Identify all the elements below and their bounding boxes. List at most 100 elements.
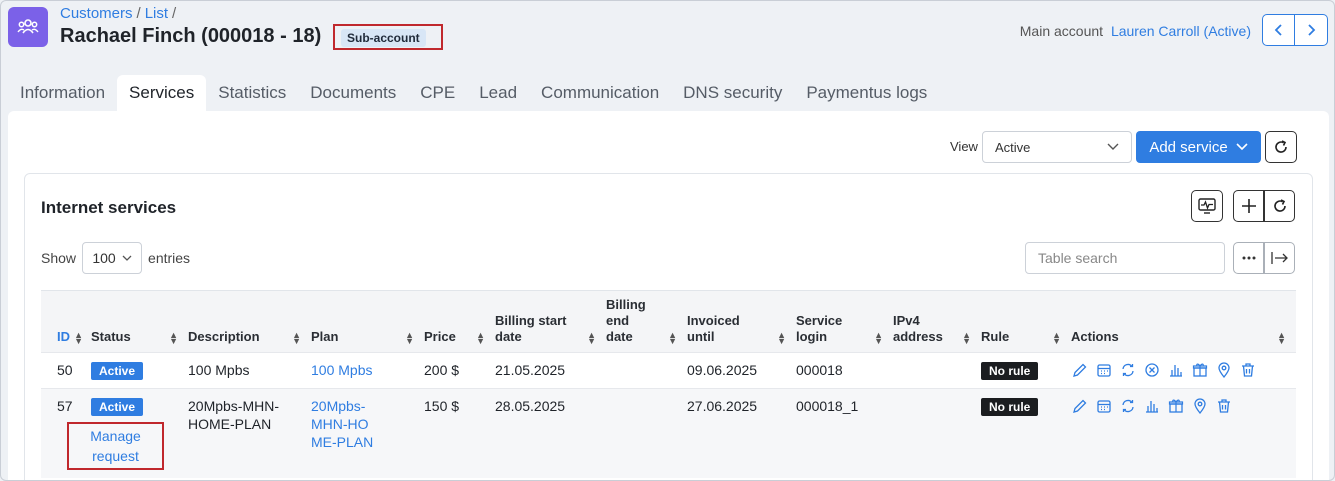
sort-icon: ▲ ▼: [169, 330, 178, 346]
chevron-down-icon: [1107, 143, 1119, 150]
tab-lead[interactable]: Lead: [467, 75, 529, 111]
refresh-button[interactable]: [1265, 131, 1297, 163]
plan-link[interactable]: 20Mpbs-MHN-HOME-PLAN: [311, 397, 377, 451]
column-header-label: IPv4 address: [893, 313, 943, 344]
sort-icon: ▲ ▼: [1052, 330, 1061, 346]
calendar-icon[interactable]: [1095, 397, 1113, 415]
column-header-label: Status: [91, 329, 131, 344]
cell-actions: [1071, 388, 1296, 478]
sort-icon: ▲ ▼: [587, 330, 596, 346]
change-plan-icon[interactable]: [1119, 361, 1137, 379]
column-header-id[interactable]: ID ▲ ▼: [41, 290, 91, 353]
table-row[interactable]: 50 Active 100 Mpbs 100 Mpbs 200 $ 21.05.…: [41, 352, 1296, 389]
cell-invoiced-until: 09.06.2025: [687, 352, 796, 389]
column-header-description[interactable]: Description ▲ ▼: [188, 290, 311, 353]
tab-cpe[interactable]: CPE: [408, 75, 467, 111]
expand-columns-button[interactable]: [1264, 242, 1295, 274]
tab-services[interactable]: Services: [117, 75, 207, 111]
tab-documents[interactable]: Documents: [298, 75, 408, 111]
sort-icon: ▲ ▼: [777, 330, 786, 346]
tab-statistics[interactable]: Statistics: [206, 75, 298, 111]
column-header-ipv4[interactable]: IPv4 address ▲ ▼: [893, 290, 981, 353]
services-panel: View Active Add service Internet service…: [8, 111, 1329, 480]
view-select[interactable]: Active: [982, 131, 1132, 163]
cell-rule: No rule: [981, 352, 1071, 389]
edit-icon[interactable]: [1071, 397, 1089, 415]
table-tools-group: [1233, 242, 1295, 274]
sort-icon: ▲ ▼: [1277, 330, 1286, 346]
delete-icon[interactable]: [1215, 397, 1233, 415]
bundle-icon[interactable]: [1167, 397, 1185, 415]
statistics-icon[interactable]: [1167, 361, 1185, 379]
change-plan-icon[interactable]: [1119, 397, 1137, 415]
tab-information[interactable]: Information: [8, 75, 117, 111]
column-header-price[interactable]: Price ▲ ▼: [424, 290, 495, 353]
column-header-service-login[interactable]: Service login ▲ ▼: [796, 290, 893, 353]
cell-billing-end: [606, 352, 687, 389]
edit-icon[interactable]: [1071, 361, 1089, 379]
page-title: Rachael Finch (000018 - 18): [60, 25, 322, 47]
statistics-icon[interactable]: [1143, 397, 1161, 415]
tab-paymentus-logs[interactable]: Paymentus logs: [794, 75, 939, 111]
sort-icon: ▲ ▼: [74, 330, 83, 346]
breadcrumb-customers[interactable]: Customers: [60, 5, 133, 22]
cell-billing-start: 28.05.2025: [495, 388, 606, 478]
column-header-label: Billing end date: [606, 297, 646, 344]
next-button[interactable]: [1295, 14, 1328, 46]
table-row[interactable]: 57 Active Manage request 20Mpbs-MHN-HOME…: [41, 388, 1296, 478]
main-account-link[interactable]: Lauren Carroll (Active): [1111, 23, 1251, 39]
cell-billing-start: 21.05.2025: [495, 352, 606, 389]
show-label: Show: [41, 250, 77, 266]
view-label: View: [950, 139, 978, 154]
breadcrumb-separator: /: [172, 5, 177, 22]
row-actions: [1071, 397, 1296, 415]
cell-actions: [1071, 352, 1296, 389]
row-actions: [1071, 361, 1296, 379]
bundle-icon[interactable]: [1191, 361, 1209, 379]
cell-id: 50: [41, 352, 91, 389]
column-header-label: Rule: [981, 329, 1010, 344]
column-header-label: Invoiced until: [687, 313, 740, 344]
column-header-billing-start[interactable]: Billing start date ▲ ▼: [495, 290, 606, 353]
location-icon[interactable]: [1191, 397, 1209, 415]
tab-dns-security[interactable]: DNS security: [671, 75, 794, 111]
column-header-rule[interactable]: Rule ▲ ▼: [981, 290, 1071, 353]
delete-icon[interactable]: [1239, 361, 1257, 379]
column-header-invoiced-until[interactable]: Invoiced until ▲ ▼: [687, 290, 796, 353]
main-account: Main account Lauren Carroll (Active): [1020, 23, 1251, 39]
add-service-button[interactable]: Add service: [1136, 131, 1261, 163]
column-header-label: Actions: [1071, 329, 1119, 344]
sort-icon: ▲ ▼: [405, 330, 414, 346]
column-header-status[interactable]: Status ▲ ▼: [91, 290, 188, 353]
sub-account-highlight: Sub-account: [333, 24, 443, 50]
breadcrumb-list[interactable]: List: [145, 5, 168, 22]
chevron-right-icon: [1308, 24, 1316, 36]
stop-icon[interactable]: [1143, 361, 1161, 379]
chevron-left-icon: [1274, 24, 1282, 36]
main-account-label: Main account: [1019, 23, 1104, 39]
manage-request-link[interactable]: Manage request: [67, 422, 164, 470]
refresh-table-button[interactable]: [1264, 190, 1295, 222]
add-internet-service-button[interactable]: [1233, 190, 1264, 222]
customers-app-icon[interactable]: [8, 7, 48, 47]
add-service-label: Add service: [1149, 138, 1228, 156]
calendar-icon[interactable]: [1095, 361, 1113, 379]
monitoring-button[interactable]: [1191, 190, 1223, 222]
status-badge: Active: [91, 398, 144, 416]
internet-services-table: ID ▲ ▼ Status ▲ ▼ Description ▲ ▼ Plan ▲ ▼ Price…: [41, 290, 1296, 478]
plan-link[interactable]: 100 Mpbs: [311, 362, 372, 378]
location-icon[interactable]: [1215, 361, 1233, 379]
cell-status: Active: [91, 352, 188, 389]
column-header-actions[interactable]: Actions ▲ ▼: [1071, 290, 1296, 353]
monitor-pulse-icon: [1198, 198, 1216, 214]
table-header-row: ID ▲ ▼ Status ▲ ▼ Description ▲ ▼ Plan ▲ ▼ Price…: [41, 290, 1296, 353]
entries-select[interactable]: 100: [82, 242, 143, 274]
more-options-button[interactable]: [1233, 242, 1264, 274]
tab-communication[interactable]: Communication: [529, 75, 671, 111]
column-header-plan[interactable]: Plan ▲ ▼: [311, 290, 424, 353]
previous-button[interactable]: [1262, 14, 1295, 46]
column-header-billing-end[interactable]: Billing end date ▲ ▼: [606, 290, 687, 353]
table-search-input[interactable]: Table search: [1025, 242, 1225, 274]
chevron-down-icon: [1236, 143, 1248, 151]
column-header-label: Plan: [311, 329, 339, 344]
